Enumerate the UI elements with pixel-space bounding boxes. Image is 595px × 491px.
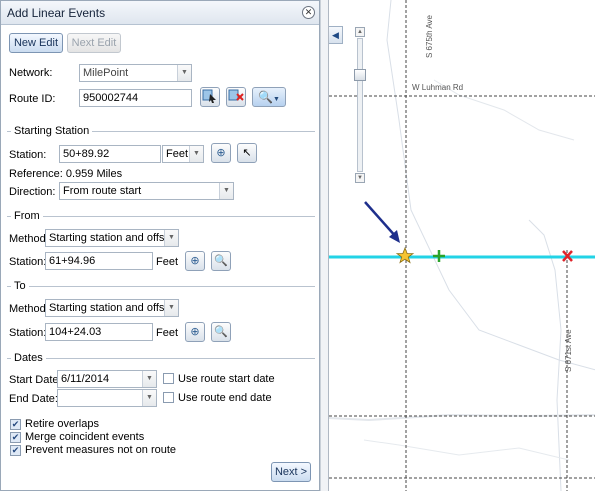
to-legend: To [11, 280, 29, 292]
retire-overlaps-checkbox[interactable]: ✔ [10, 419, 21, 430]
from-station-input[interactable]: 61+94.96 [45, 252, 153, 270]
to-units-label: Feet [156, 327, 179, 339]
zoom-thumb[interactable] [354, 69, 366, 81]
starting-units-value: Feet [166, 148, 189, 160]
to-method-value: Starting station and offset [49, 302, 174, 314]
locate-station-button[interactable]: ⊕ [211, 143, 231, 163]
panel-splitter[interactable] [320, 0, 328, 491]
to-section: To [7, 280, 315, 292]
map-clear-icon [228, 89, 244, 101]
direction-select[interactable]: From route start ▼ [59, 182, 234, 200]
add-linear-events-panel: Add Linear Events ✕ New Edit Next Edit N… [0, 0, 320, 491]
chevron-down-icon: ▼ [164, 230, 178, 246]
select-route-on-map-button[interactable] [200, 87, 220, 107]
zoom-slider[interactable]: ▲ ▼ [354, 27, 366, 183]
road-label-top: S 675th Ave [425, 14, 434, 58]
zoom-out-icon[interactable]: ▼ [355, 173, 365, 183]
to-locate-button[interactable]: ⊕ [185, 322, 205, 342]
chevron-down-icon: ▼ [189, 146, 203, 162]
close-icon[interactable]: ✕ [302, 6, 315, 19]
chevron-down-icon: ▼ [219, 183, 233, 199]
use-route-end-checkbox[interactable] [163, 392, 174, 403]
from-search-button[interactable]: 🔍 [211, 251, 231, 271]
direction-value: From route start [63, 185, 142, 197]
clear-route-button[interactable] [226, 87, 246, 107]
dates-section: Dates [7, 352, 315, 364]
next-edit-button[interactable]: Next Edit [67, 33, 121, 53]
station-label: Station: [9, 149, 47, 161]
from-section: From [7, 210, 315, 222]
route-id-input[interactable]: 950002744 [79, 89, 192, 107]
chevron-down-icon: ▼ [142, 371, 156, 387]
to-method-select[interactable]: Starting station and offset ▼ [45, 299, 179, 317]
retire-overlaps-label: Retire overlaps [25, 418, 99, 430]
next-button[interactable]: Next > [271, 462, 311, 482]
merge-coincident-checkbox[interactable]: ✔ [10, 432, 21, 443]
map-view[interactable]: W Luhman Rd S 675th Ave S 671st Ave ◀ ▲ … [328, 0, 595, 491]
network-label: Network: [9, 67, 53, 79]
end-date-label: End Date: [9, 393, 58, 405]
zoom-track[interactable] [357, 38, 363, 172]
from-locate-button[interactable]: ⊕ [185, 251, 205, 271]
network-select[interactable]: MilePoint ▼ [79, 64, 192, 82]
merge-coincident-label: Merge coincident events [25, 431, 145, 443]
prevent-measures-label: Prevent measures not on route [25, 444, 177, 456]
prevent-measures-checkbox[interactable]: ✔ [10, 445, 21, 456]
starting-units-select[interactable]: Feet ▼ [162, 145, 204, 163]
use-route-start-checkbox[interactable] [163, 373, 174, 384]
chevron-down-icon: ▼ [177, 65, 191, 81]
start-date-value: 6/11/2014 [61, 373, 110, 385]
from-legend: From [11, 210, 43, 222]
to-station-input[interactable]: 104+24.03 [45, 323, 153, 341]
road-label-east: W Luhman Rd [412, 83, 463, 92]
cursor-icon: ↖ [242, 147, 252, 159]
from-method-select[interactable]: Starting station and offset ▼ [45, 229, 179, 247]
chevron-down-icon: ▼ [273, 96, 280, 103]
use-route-start-label: Use route start date [178, 373, 275, 385]
from-station-label: Station: [9, 256, 47, 268]
starting-station-legend: Starting Station [11, 125, 93, 137]
panel-title: Add Linear Events [7, 6, 106, 20]
zoom-in-icon[interactable]: ▲ [355, 27, 365, 37]
chevron-down-icon: ▼ [142, 390, 156, 406]
network-value: MilePoint [83, 67, 129, 79]
starting-station-input[interactable]: 50+89.92 [59, 145, 161, 163]
search-icon: 🔍 [258, 90, 273, 104]
route-id-label: Route ID: [9, 93, 56, 105]
to-station-label: Station: [9, 327, 47, 339]
start-star-marker[interactable] [395, 246, 415, 264]
starting-station-section: Starting Station [7, 125, 315, 137]
start-date-label: Start Date: [9, 374, 62, 386]
search-icon: 🔍 [214, 255, 228, 267]
locate-icon: ⊕ [216, 147, 226, 159]
new-edit-button[interactable]: New Edit [9, 33, 63, 53]
start-date-picker[interactable]: 6/11/2014 ▼ [57, 370, 157, 388]
panel-titlebar: Add Linear Events ✕ [1, 1, 319, 25]
direction-label: Direction: [9, 186, 56, 198]
collapse-panel-button[interactable]: ◀ [329, 26, 343, 44]
from-method-label: Method: [9, 233, 49, 245]
map-canvas: W Luhman Rd S 675th Ave S 671st Ave [329, 0, 595, 491]
use-route-end-label: Use route end date [178, 392, 272, 404]
from-units-label: Feet [156, 256, 179, 268]
to-method-label: Method: [9, 303, 49, 315]
locate-icon: ⊕ [190, 255, 200, 267]
to-search-button[interactable]: 🔍 [211, 322, 231, 342]
from-method-value: Starting station and offset [49, 232, 174, 244]
reference-text: Reference: 0.959 Miles [9, 168, 123, 180]
pick-station-button[interactable]: ↖ [237, 143, 257, 163]
map-select-icon [202, 89, 216, 103]
search-icon: 🔍 [214, 326, 228, 338]
locate-icon: ⊕ [190, 326, 200, 338]
chevron-down-icon: ▼ [164, 300, 178, 316]
search-dropdown-button[interactable]: 🔍▼ [252, 87, 286, 107]
dates-legend: Dates [11, 352, 46, 364]
end-date-picker[interactable]: ▼ [57, 389, 157, 407]
road-label-bottom: S 671st Ave [564, 329, 573, 372]
